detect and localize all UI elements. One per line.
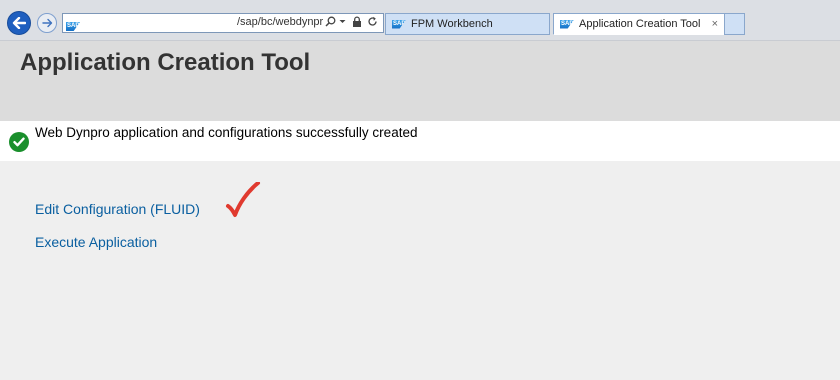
sap-favicon-icon: SAP <box>392 19 406 29</box>
page-title: Application Creation Tool <box>20 49 311 76</box>
check-circle-icon <box>9 132 29 152</box>
sap-favicon-icon: SAP <box>560 19 574 29</box>
refresh-icon[interactable] <box>367 16 378 31</box>
tab-fpm-workbench[interactable]: SAP FPM Workbench <box>385 13 550 35</box>
address-url[interactable]: /sap/bc/webdynpro <box>237 16 323 28</box>
tab-label: FPM Workbench <box>411 18 493 30</box>
new-tab-button[interactable] <box>724 13 745 35</box>
back-button[interactable] <box>7 11 31 35</box>
edit-configuration-link[interactable]: Edit Configuration (FLUID) <box>35 201 200 217</box>
dropdown-chevron-icon[interactable] <box>339 16 346 31</box>
lock-icon[interactable] <box>352 16 362 31</box>
tab-label: Application Creation Tool <box>579 18 701 30</box>
close-icon[interactable]: × <box>712 18 718 30</box>
address-bar[interactable]: SAP /sap/bc/webdynpro <box>62 13 384 33</box>
page-header: Application Creation Tool <box>0 41 840 121</box>
browser-toolbar: SAP /sap/bc/webdynpro SAP FPM Workbench … <box>0 0 840 41</box>
red-check-mark-icon <box>226 182 260 217</box>
forward-button[interactable] <box>37 13 57 33</box>
search-icon[interactable] <box>325 16 336 31</box>
execute-application-link[interactable]: Execute Application <box>35 234 157 250</box>
message-text: Web Dynpro application and configuration… <box>35 125 418 140</box>
arrow-left-icon <box>12 17 26 29</box>
tab-application-creation-tool[interactable]: SAP Application Creation Tool × <box>553 13 745 35</box>
arrow-right-icon <box>41 18 52 28</box>
sap-favicon-icon: SAP <box>66 22 80 31</box>
success-message-strip: Web Dynpro application and configuration… <box>0 121 840 161</box>
